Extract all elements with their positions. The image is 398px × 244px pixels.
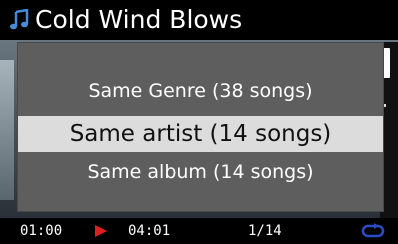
- total-time: 04:01: [128, 223, 171, 239]
- play-icon: [95, 225, 107, 237]
- menu-item-same-artist[interactable]: Same artist (14 songs): [18, 116, 383, 152]
- status-bar: 01:00 04:01 1/14: [0, 218, 398, 244]
- menu-item-same-genre[interactable]: Same Genre (38 songs): [18, 74, 383, 108]
- music-note-icon: [10, 9, 29, 30]
- play-similar-popup: Same Genre (38 songs) Same artist (14 so…: [17, 42, 384, 212]
- track-counter: 1/14: [248, 223, 282, 239]
- repeat-icon[interactable]: [360, 223, 386, 239]
- player-screen: Cold Wind Blows Same Genre (38 songs) Sa…: [0, 0, 398, 244]
- album-art-edge: [0, 60, 14, 200]
- elapsed-time: 01:00: [20, 223, 63, 239]
- title-bar: Cold Wind Blows: [0, 0, 398, 40]
- menu-item-same-album[interactable]: Same album (14 songs): [18, 155, 383, 189]
- song-title: Cold Wind Blows: [35, 5, 243, 34]
